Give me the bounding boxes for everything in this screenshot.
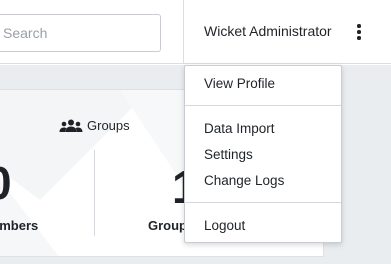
user-name[interactable]: Wicket Administrator: [204, 23, 332, 39]
menu-separator: [185, 105, 341, 106]
groups-label: Group: [148, 218, 187, 233]
app-root: Wicket Administrator Groups 0: [0, 0, 391, 264]
header-divider: [183, 0, 184, 64]
members-label: embers: [0, 218, 39, 233]
menu-item-logout[interactable]: Logout: [204, 218, 245, 233]
menu-item-change-logs[interactable]: Change Logs: [204, 173, 284, 188]
members-count: 0: [0, 156, 12, 210]
vertical-ellipsis-icon[interactable]: [348, 20, 370, 44]
groups-heading-label: Groups: [87, 118, 130, 133]
search-input[interactable]: [0, 14, 161, 52]
menu-item-data-import[interactable]: Data Import: [204, 121, 275, 136]
people-group-icon: [59, 119, 83, 132]
card-divider: [94, 150, 95, 236]
top-header: Wicket Administrator: [0, 0, 391, 64]
menu-item-settings[interactable]: Settings: [204, 147, 253, 162]
menu-item-view-profile[interactable]: View Profile: [204, 76, 275, 91]
groups-heading: Groups: [59, 118, 130, 133]
menu-separator: [185, 202, 341, 203]
user-dropdown-menu: View Profile Data Import Settings Change…: [184, 65, 342, 243]
